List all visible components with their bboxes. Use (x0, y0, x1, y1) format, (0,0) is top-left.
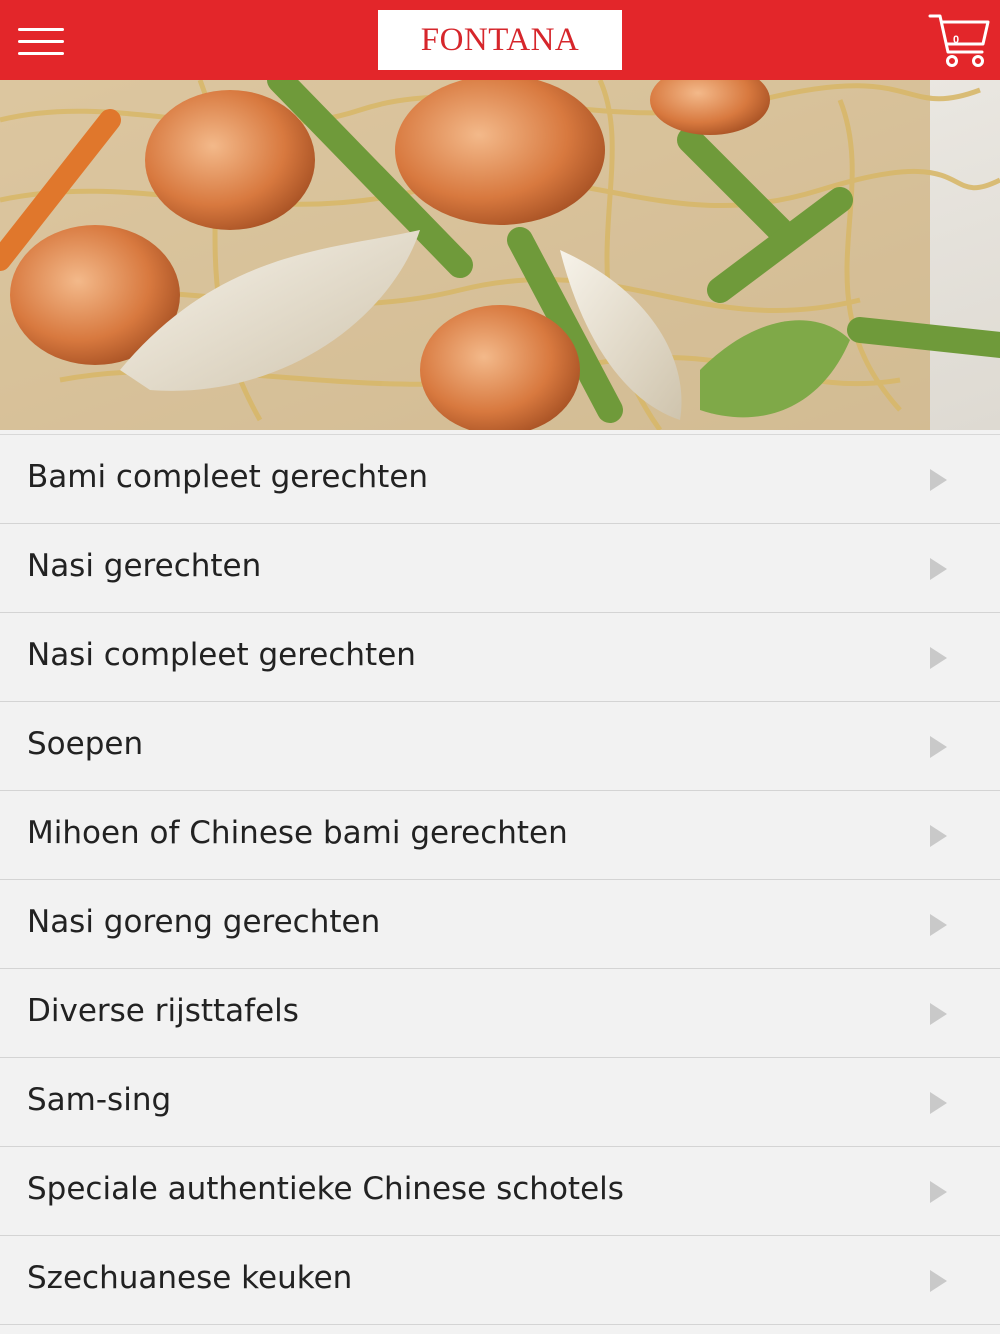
category-label: Nasi gerechten (27, 548, 262, 584)
category-label: Szechuanese keuken (27, 1260, 353, 1296)
food-illustration (0, 80, 1000, 430)
chevron-right-icon (930, 914, 947, 936)
category-row[interactable]: Soepen (0, 702, 1000, 791)
category-row[interactable]: Szechuanese keuken (0, 1236, 1000, 1325)
category-label: Diverse rijsttafels (27, 993, 299, 1029)
category-label: Nasi compleet gerechten (27, 637, 416, 673)
category-label: Sam-sing (27, 1082, 172, 1118)
category-row[interactable]: Speciale authentieke Chinese schotels (0, 1147, 1000, 1236)
category-label: Nasi goreng gerechten (27, 904, 381, 940)
category-row[interactable]: Mihoen of Chinese bami gerechten (0, 791, 1000, 880)
category-label: Bami compleet gerechten (27, 459, 429, 495)
chevron-right-icon (930, 825, 947, 847)
category-row[interactable]: Nasi gerechten (0, 524, 1000, 613)
category-label: Speciale authentieke Chinese schotels (27, 1171, 624, 1207)
top-bar: FONTANA 0 (0, 0, 1000, 80)
chevron-right-icon (930, 736, 947, 758)
category-label: Soepen (27, 726, 144, 762)
chevron-right-icon (930, 558, 947, 580)
hero-food-image (0, 80, 1000, 430)
menu-button[interactable] (18, 24, 64, 58)
category-row[interactable]: Bami compleet gerechten (0, 435, 1000, 524)
brand-logo[interactable]: FONTANA (378, 10, 622, 70)
category-row[interactable]: Nasi compleet gerechten (0, 613, 1000, 702)
chevron-right-icon (930, 1181, 947, 1203)
chevron-right-icon (930, 1003, 947, 1025)
brand-name: FONTANA (420, 21, 580, 58)
cart-button[interactable]: 0 (928, 12, 992, 70)
cart-count-badge: 0 (952, 34, 960, 46)
category-row[interactable]: Diverse rijsttafels (0, 969, 1000, 1058)
chevron-right-icon (930, 647, 947, 669)
category-row[interactable]: Sam-sing (0, 1058, 1000, 1147)
category-label: Mihoen of Chinese bami gerechten (27, 815, 568, 851)
chevron-right-icon (930, 1270, 947, 1292)
chevron-right-icon (930, 469, 947, 491)
category-list: Bami compleet gerechten Nasi gerechten N… (0, 434, 1000, 1325)
category-row[interactable]: Nasi goreng gerechten (0, 880, 1000, 969)
chevron-right-icon (930, 1092, 947, 1114)
